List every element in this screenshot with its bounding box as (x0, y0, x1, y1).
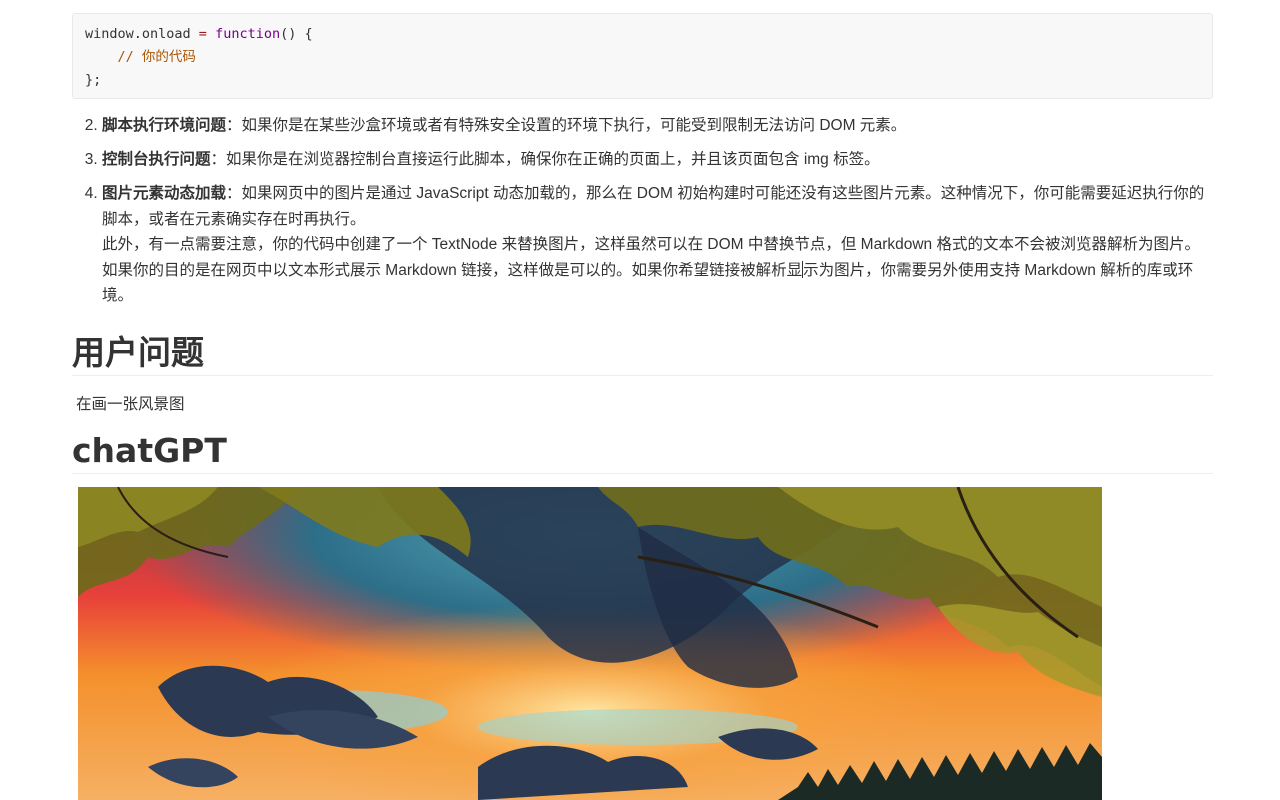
sunset-landscape-image (78, 487, 1102, 800)
list-item-title: 脚本执行环境问题 (102, 117, 227, 134)
code-line-1: window.onload = function() { (85, 23, 1200, 46)
code-block[interactable]: window.onload = function() { // 你的代码 }; (72, 13, 1213, 99)
list-item-text: ：如果网页中的图片是通过 JavaScript 动态加载的，那么在 DOM 初始… (102, 185, 1205, 228)
list-item: 控制台执行问题：如果你是在浏览器控制台直接运行此脚本，确保你在正确的页面上，并且… (102, 147, 1213, 173)
user-question-text: 在画一张风景图 (76, 395, 185, 413)
list-item: 图片元素动态加载：如果网页中的图片是通过 JavaScript 动态加载的，那么… (102, 181, 1213, 309)
chatgpt-heading: chatGPT (72, 429, 1213, 474)
steps-list: 脚本执行环境问题：如果你是在某些沙盒环境或者有特殊安全设置的环境下执行，可能受到… (72, 113, 1213, 309)
code-token-operator: = (190, 26, 216, 42)
code-token-rest: () { (280, 26, 313, 42)
list-item-text: ：如果你是在某些沙盒环境或者有特殊安全设置的环境下执行，可能受到限制无法访问 D… (226, 117, 907, 134)
list-item-text: ：如果你是在浏览器控制台直接运行此脚本，确保你在正确的页面上，并且该页面包含 i… (210, 151, 880, 168)
code-comment: // 你的代码 (117, 49, 196, 65)
code-line-3: }; (85, 72, 102, 88)
list-item-title: 图片元素动态加载 (102, 185, 227, 202)
code-token-object: window.onload (85, 26, 191, 42)
user-question-heading: 用户问题 (72, 331, 1213, 376)
document: window.onload = function() { // 你的代码 }; … (72, 13, 1213, 474)
code-token-keyword: function (215, 26, 281, 42)
list-item-title: 控制台执行问题 (102, 151, 211, 168)
code-line-2: // 你的代码 (85, 46, 1200, 69)
list-item: 脚本执行环境问题：如果你是在某些沙盒环境或者有特殊安全设置的环境下执行，可能受到… (102, 113, 1213, 139)
